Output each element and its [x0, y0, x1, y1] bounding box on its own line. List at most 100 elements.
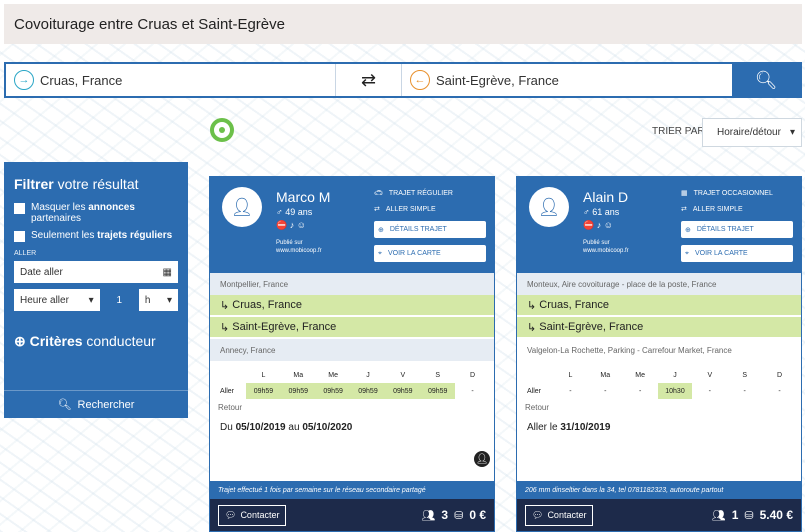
- chat-icon: 💬︎: [532, 509, 544, 520]
- details-button[interactable]: ⊕ DÉTAILS TRAJET: [374, 221, 486, 238]
- seat-icon: ⛁: [454, 509, 464, 522]
- avatar: 👤︎: [529, 187, 569, 227]
- trip-type: 🚗︎ TRAJET RÉGULIER: [374, 189, 453, 198]
- chevron-down-icon: ▾: [166, 294, 172, 306]
- retour-label: Retour: [525, 403, 550, 412]
- sort-label: TRIER PAR: [652, 126, 705, 137]
- hide-partners-checkbox[interactable]: Masquer les annonces partenaires: [14, 202, 178, 224]
- people-icon: 👥︎: [711, 509, 726, 522]
- car-icon: 🚗︎: [374, 190, 383, 197]
- trip-mode: ⇄ ALLER SIMPLE: [681, 205, 743, 214]
- details-button[interactable]: ⊕ DÉTAILS TRAJET: [681, 221, 793, 238]
- seats-count: 3: [441, 508, 449, 522]
- checkbox-label: Masquer les annonces partenaires: [31, 202, 135, 224]
- hour-select[interactable]: Heure aller ▾: [14, 289, 100, 311]
- contact-button[interactable]: 💬︎ Contacter: [218, 504, 287, 526]
- dropoff-stop: ↳ Saint-Egrève, France: [517, 317, 801, 339]
- trip-stats: 👥︎ 1 ⛁ 5.40 €: [712, 508, 793, 522]
- swap-button[interactable]: ⇄: [336, 64, 402, 96]
- hour-unit-select[interactable]: h ▾: [138, 289, 178, 311]
- driver-name: Alain D: [583, 189, 629, 205]
- plus-icon: ⊕: [685, 226, 691, 234]
- driver-age: ♂ 49 ans: [276, 207, 313, 217]
- date-input[interactable]: Date aller ▦: [14, 261, 178, 283]
- checkbox-label: Seulement les trajets réguliers: [31, 230, 173, 241]
- contact-button[interactable]: 💬︎ Contacter: [525, 504, 594, 526]
- to-field[interactable]: ← Saint-Egrève, France: [402, 64, 732, 96]
- seats-count: 1: [731, 508, 739, 522]
- origin: Montpellier, France: [210, 273, 494, 295]
- destination: Valgelon-La Rochette, Parking - Carrefou…: [517, 339, 801, 361]
- male-icon: ♂: [583, 207, 593, 217]
- plus-icon: ⊕: [14, 333, 30, 349]
- preference-icons: ⛔ ♪ ☺: [276, 220, 306, 230]
- avatar: 👤︎: [222, 187, 262, 227]
- steering-wheel-icon: [210, 118, 234, 142]
- map-button[interactable]: ⌖ VOIR LA CARTE: [681, 245, 793, 262]
- rechercher-button[interactable]: 🔍︎ Rechercher: [4, 390, 188, 418]
- arrows-icon: ⇄: [374, 206, 380, 213]
- from-field[interactable]: → Cruas, France: [6, 64, 336, 96]
- trip-note: Trajet effectué 1 fois par semaine sur l…: [210, 481, 494, 499]
- preference-icons: ⛔ ♪ ☺: [583, 220, 613, 230]
- schedule-grid: L Ma Me J V S D Aller 09h59 09h59 09h59 09h59 09h5…: [214, 367, 490, 399]
- filter-panel: Filtrer votre résultat Masquer les annon…: [4, 162, 188, 418]
- male-icon: ♂: [276, 207, 286, 217]
- filter-title: Filtrer votre résultat: [14, 176, 139, 192]
- sort-value: Horaire/détour: [717, 127, 781, 138]
- regular-only-checkbox[interactable]: Seulement les trajets réguliers: [14, 230, 178, 242]
- trip-mode: ⇄ ALLER SIMPLE: [374, 205, 436, 214]
- calendar-icon: ▦: [162, 266, 172, 278]
- arrow-left-icon: ←: [410, 70, 430, 90]
- trip-card: 👤︎ Alain D ♂ 61 ans ⛔ ♪ ☺ Publié sur www.…: [516, 176, 802, 532]
- search-bar: → Cruas, France ⇄ ← Saint-Egrève, France…: [4, 62, 802, 98]
- checkbox-icon[interactable]: [14, 203, 25, 214]
- published-on: Publié sur www.mobicoop.fr: [276, 240, 322, 254]
- swap-icon: ⇄: [360, 69, 377, 90]
- from-input[interactable]: Cruas, France: [40, 73, 122, 88]
- price: 5.40 €: [759, 508, 793, 522]
- map-button[interactable]: ⌖ VOIR LA CARTE: [374, 245, 486, 262]
- pickup-stop: ↳ Cruas, France: [210, 295, 494, 317]
- trip-note: 206 mm dinseltier dans la 34, tel 078118…: [517, 481, 801, 499]
- date-range: Du 05/10/2019 au 05/10/2020: [220, 422, 353, 433]
- driver-criteria-toggle[interactable]: ⊕ Critères conducteur: [14, 333, 178, 350]
- calendar-icon: ▦: [681, 190, 688, 197]
- page-title: Covoiturage entre Cruas et Saint-Egrève: [14, 15, 285, 33]
- person-icon: 👤︎: [474, 451, 490, 467]
- chevron-down-icon: ▾: [88, 294, 94, 306]
- chat-icon: 💬︎: [225, 509, 237, 520]
- rechercher-label: Rechercher: [77, 398, 135, 411]
- driver-name: Marco M: [276, 189, 331, 205]
- map-icon: ⌖: [685, 249, 689, 257]
- chevron-down-icon: ▾: [789, 127, 795, 138]
- card-header: 👤︎ Marco M ♂ 49 ans ⛔ ♪ ☺ Publié sur www.…: [210, 177, 494, 273]
- hour-number: 1: [116, 294, 123, 306]
- trip-type: ▦ TRAJET OCCASIONNEL: [681, 189, 773, 198]
- arrow-right-icon: →: [14, 70, 34, 90]
- sort-select[interactable]: Horaire/détour ▾: [702, 118, 802, 147]
- to-input[interactable]: Saint-Egrève, France: [436, 73, 559, 88]
- date-range: Aller le 31/10/2019: [527, 422, 611, 433]
- arrows-icon: ⇄: [681, 206, 687, 213]
- dropoff-stop: ↳ Saint-Egrève, France: [210, 317, 494, 339]
- search-icon: 🔍︎: [57, 399, 72, 411]
- published-on: Publié sur www.mobicoop.fr: [583, 240, 629, 254]
- map-icon: ⌖: [378, 249, 382, 257]
- card-footer: Trajet effectué 1 fois par semaine sur l…: [210, 481, 494, 531]
- hour-value: Heure aller: [20, 294, 69, 306]
- driver-age: ♂ 61 ans: [583, 207, 620, 217]
- schedule-grid: L Ma Me J V S D Aller - - -10h30- - -: [521, 367, 797, 399]
- aller-label: ALLER: [14, 250, 37, 257]
- people-icon: 👥︎: [421, 509, 436, 522]
- pickup-stop: ↳ Cruas, France: [517, 295, 801, 317]
- checkbox-icon[interactable]: [14, 231, 25, 242]
- search-icon: 🔍︎: [754, 69, 778, 90]
- retour-label: Retour: [218, 403, 243, 412]
- card-footer: 206 mm dinseltier dans la 34, tel 078118…: [517, 481, 801, 531]
- destination: Annecy, France: [210, 339, 494, 361]
- plus-icon: ⊕: [378, 226, 384, 234]
- trip-card: 👤︎ Marco M ♂ 49 ans ⛔ ♪ ☺ Publié sur www.…: [209, 176, 495, 532]
- search-button[interactable]: 🔍︎: [732, 64, 800, 96]
- hour-unit-value: h: [144, 294, 151, 306]
